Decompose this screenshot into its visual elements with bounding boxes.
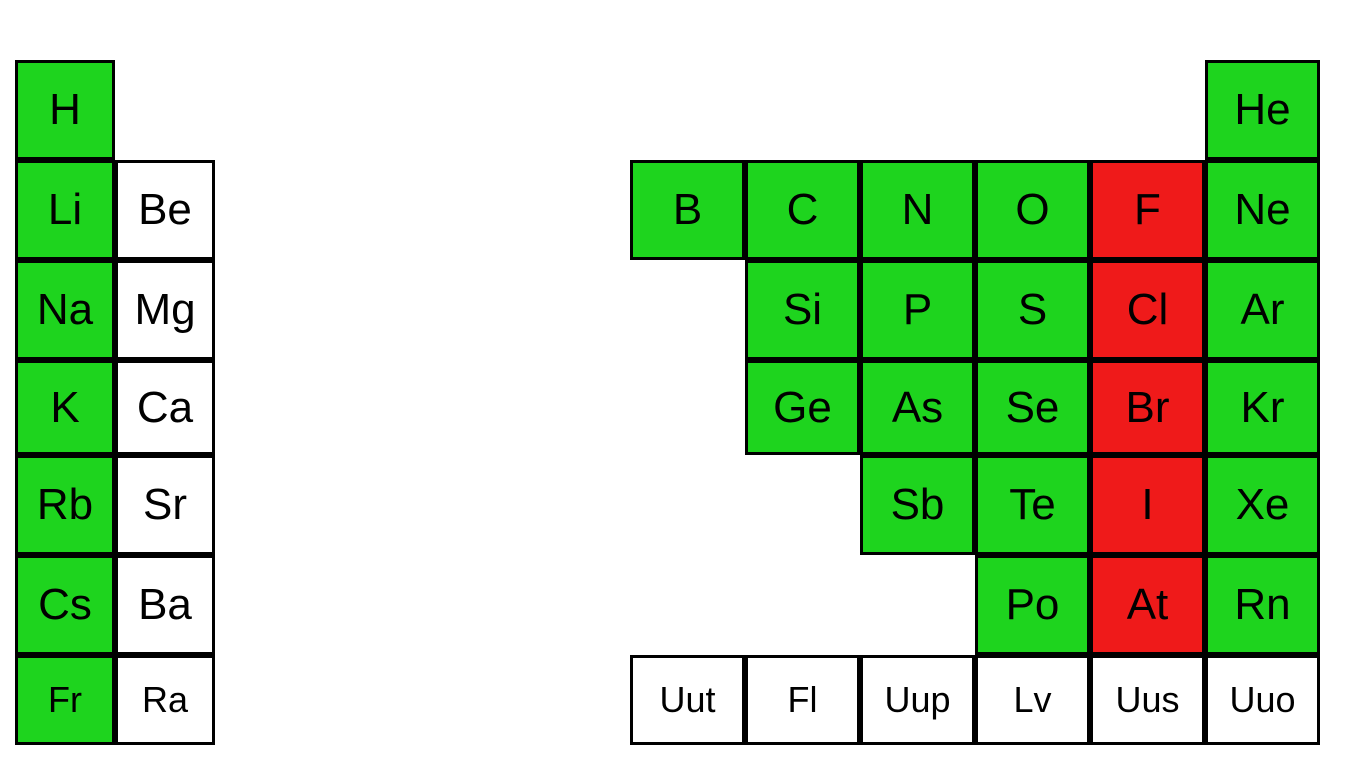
- element-symbol: Te: [1009, 483, 1055, 527]
- element-symbol: Se: [1006, 386, 1060, 430]
- element-symbol: Ra: [142, 682, 188, 718]
- element-cell-be: Be: [115, 160, 215, 260]
- element-symbol: K: [50, 386, 79, 430]
- element-symbol: As: [892, 386, 943, 430]
- element-cell-f: F: [1090, 160, 1205, 260]
- element-symbol: F: [1134, 188, 1161, 232]
- element-cell-ca: Ca: [115, 360, 215, 455]
- element-cell-as: As: [860, 360, 975, 455]
- element-cell-h: H: [15, 60, 115, 160]
- element-cell-rb: Rb: [15, 455, 115, 555]
- element-cell-kr: Kr: [1205, 360, 1320, 455]
- element-cell-o: O: [975, 160, 1090, 260]
- element-cell-ba: Ba: [115, 555, 215, 655]
- element-symbol: Si: [783, 288, 822, 332]
- element-symbol: Po: [1006, 583, 1060, 627]
- element-cell-ra: Ra: [115, 655, 215, 745]
- element-symbol: C: [787, 188, 819, 232]
- element-cell-fr: Fr: [15, 655, 115, 745]
- element-symbol: Lv: [1013, 682, 1051, 718]
- element-symbol: Uut: [659, 682, 715, 718]
- element-symbol: I: [1141, 483, 1153, 527]
- element-symbol: Uus: [1115, 682, 1179, 718]
- element-symbol: Cl: [1127, 288, 1169, 332]
- element-cell-uuo: Uuo: [1205, 655, 1320, 745]
- element-cell-ar: Ar: [1205, 260, 1320, 360]
- element-symbol: H: [49, 88, 81, 132]
- element-symbol: Ba: [138, 583, 192, 627]
- element-cell-b: B: [630, 160, 745, 260]
- element-symbol: Br: [1126, 386, 1170, 430]
- element-symbol: Fr: [48, 682, 82, 718]
- element-symbol: Na: [37, 288, 93, 332]
- element-cell-p: P: [860, 260, 975, 360]
- element-cell-xe: Xe: [1205, 455, 1320, 555]
- element-symbol: Sr: [143, 483, 187, 527]
- element-cell-s: S: [975, 260, 1090, 360]
- element-cell-ne: Ne: [1205, 160, 1320, 260]
- element-symbol: Rb: [37, 483, 93, 527]
- element-symbol: Kr: [1241, 386, 1285, 430]
- periodic-table-fragment: H He Li Be B C N O F Ne Na Mg Si P S Cl Ar K Ca Ge As Se Br Kr R…: [0, 0, 1364, 768]
- element-symbol: Uuo: [1229, 682, 1295, 718]
- element-cell-si: Si: [745, 260, 860, 360]
- element-symbol: Xe: [1236, 483, 1290, 527]
- element-cell-na: Na: [15, 260, 115, 360]
- element-cell-at: At: [1090, 555, 1205, 655]
- element-cell-po: Po: [975, 555, 1090, 655]
- element-symbol: O: [1015, 188, 1049, 232]
- element-symbol: Be: [138, 188, 192, 232]
- element-cell-uup: Uup: [860, 655, 975, 745]
- element-symbol: Rn: [1234, 583, 1290, 627]
- element-cell-li: Li: [15, 160, 115, 260]
- element-symbol: S: [1018, 288, 1047, 332]
- element-symbol: Li: [48, 188, 82, 232]
- element-cell-sr: Sr: [115, 455, 215, 555]
- element-symbol: N: [902, 188, 934, 232]
- element-cell-i: I: [1090, 455, 1205, 555]
- element-symbol: Ne: [1234, 188, 1290, 232]
- element-cell-n: N: [860, 160, 975, 260]
- element-cell-fl: Fl: [745, 655, 860, 745]
- element-symbol: Ca: [137, 386, 193, 430]
- element-cell-ge: Ge: [745, 360, 860, 455]
- element-symbol: Fl: [788, 682, 818, 718]
- element-cell-cs: Cs: [15, 555, 115, 655]
- element-cell-he: He: [1205, 60, 1320, 160]
- element-cell-uut: Uut: [630, 655, 745, 745]
- element-symbol: Mg: [134, 288, 195, 332]
- element-symbol: He: [1234, 88, 1290, 132]
- element-symbol: P: [903, 288, 932, 332]
- element-symbol: Ge: [773, 386, 832, 430]
- element-cell-br: Br: [1090, 360, 1205, 455]
- element-symbol: Sb: [891, 483, 945, 527]
- element-cell-lv: Lv: [975, 655, 1090, 745]
- element-symbol: Cs: [38, 583, 92, 627]
- element-cell-mg: Mg: [115, 260, 215, 360]
- element-symbol: At: [1127, 583, 1169, 627]
- element-cell-c: C: [745, 160, 860, 260]
- element-symbol: Ar: [1241, 288, 1285, 332]
- element-cell-cl: Cl: [1090, 260, 1205, 360]
- element-cell-k: K: [15, 360, 115, 455]
- element-cell-sb: Sb: [860, 455, 975, 555]
- element-cell-uus: Uus: [1090, 655, 1205, 745]
- element-cell-rn: Rn: [1205, 555, 1320, 655]
- element-cell-se: Se: [975, 360, 1090, 455]
- element-symbol: B: [673, 188, 702, 232]
- element-cell-te: Te: [975, 455, 1090, 555]
- element-symbol: Uup: [884, 682, 950, 718]
